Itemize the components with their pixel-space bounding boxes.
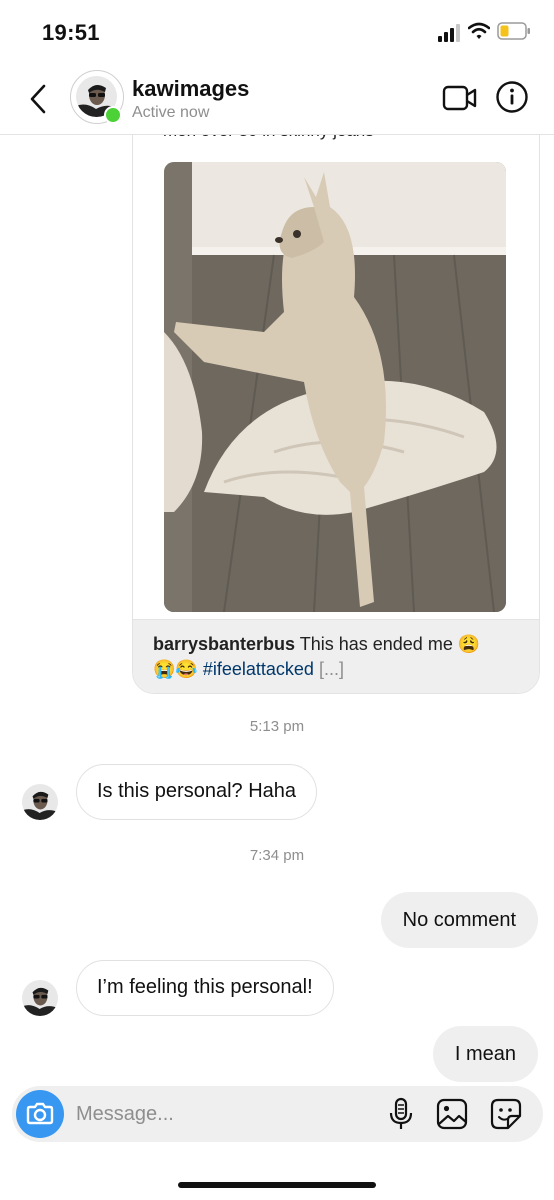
post-image[interactable] bbox=[164, 162, 506, 612]
battery-icon bbox=[497, 22, 530, 40]
avatar[interactable] bbox=[22, 980, 58, 1016]
avatar[interactable] bbox=[22, 784, 58, 820]
online-status-dot bbox=[104, 106, 122, 124]
message-outgoing[interactable]: No comment bbox=[380, 892, 538, 948]
chevron-left-icon[interactable] bbox=[22, 80, 56, 118]
gallery-icon[interactable] bbox=[436, 1098, 468, 1130]
caption-hashtag[interactable]: #ifeelattacked bbox=[203, 659, 314, 679]
status-bar: 19:51 bbox=[0, 0, 554, 62]
chat-header: kawimages Active now bbox=[0, 62, 554, 135]
wifi-icon bbox=[468, 22, 490, 39]
camera-button[interactable] bbox=[16, 1090, 64, 1138]
message-timestamp: 5:13 pm bbox=[249, 718, 305, 735]
cellular-signal-icon bbox=[438, 24, 460, 42]
info-icon[interactable] bbox=[495, 80, 529, 114]
active-status: Active now bbox=[132, 104, 210, 121]
message-input[interactable] bbox=[76, 1096, 376, 1132]
camera-icon bbox=[26, 1102, 54, 1125]
message-incoming[interactable]: Is this personal? Haha bbox=[76, 764, 318, 820]
status-time: 19:51 bbox=[42, 20, 100, 45]
sticker-icon[interactable] bbox=[490, 1098, 522, 1130]
caption-text: barrysbanterbus This has ended me 😩 😭😂 #i… bbox=[153, 632, 523, 682]
caption-emojis: 😭😂 bbox=[153, 659, 198, 679]
home-indicator[interactable] bbox=[178, 1182, 376, 1188]
microphone-icon[interactable] bbox=[388, 1097, 414, 1131]
message-composer bbox=[12, 1086, 543, 1142]
shared-post[interactable]: men over 30 in skinny jeans barrysbanter… bbox=[132, 118, 540, 694]
video-camera-icon[interactable] bbox=[442, 82, 478, 114]
message-outgoing[interactable]: I mean bbox=[432, 1026, 538, 1082]
message-timestamp: 7:34 pm bbox=[249, 847, 305, 864]
caption-username[interactable]: barrysbanterbus bbox=[153, 634, 295, 654]
caption-body: This has ended me 😩 bbox=[295, 634, 481, 654]
post-caption: barrysbanterbus This has ended me 😩 😭😂 #i… bbox=[133, 619, 539, 693]
chat-username[interactable]: kawimages bbox=[132, 76, 249, 102]
caption-more[interactable]: [...] bbox=[319, 659, 344, 679]
message-incoming[interactable]: I’m feeling this personal! bbox=[76, 960, 334, 1016]
